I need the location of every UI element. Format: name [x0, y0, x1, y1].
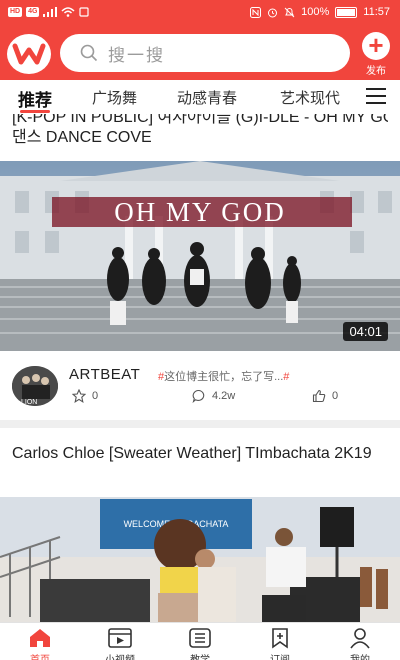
- like-stat[interactable]: 0: [312, 389, 338, 403]
- subscribe-icon: [272, 628, 288, 649]
- wifi-icon: [61, 7, 75, 17]
- nfc-icon: [250, 6, 262, 18]
- nav-teach[interactable]: 教学: [170, 627, 230, 660]
- video-title[interactable]: [K-POP IN PUBLIC] 여자아이들 (G)I-DLE - OH MY…: [12, 114, 388, 154]
- plus-icon: +: [362, 32, 390, 60]
- tab-recommend[interactable]: 推荐: [18, 86, 52, 111]
- search-icon: [80, 44, 98, 62]
- status-bar: HD 4G 100% 11:57: [0, 0, 400, 26]
- svg-text:LION: LION: [21, 399, 37, 406]
- status-right: 100% 11:57: [250, 6, 390, 18]
- author-name[interactable]: ARTBEAT: [69, 366, 140, 383]
- thumbs-up-icon: [312, 389, 326, 403]
- app-logo[interactable]: [7, 34, 51, 74]
- thumbnail-title-text: OH MY GOD: [114, 197, 286, 227]
- clock-time: 11:57: [363, 6, 390, 18]
- signal-icon: [43, 7, 58, 17]
- avatar-image: LION: [12, 366, 58, 406]
- hashtag[interactable]: #这位博主很忙，忘了写...#: [158, 368, 289, 384]
- user-icon: [350, 628, 370, 649]
- battery-icon: [335, 6, 358, 18]
- tab-square-dance[interactable]: 广场舞: [92, 87, 137, 108]
- nav-subscribe-label: 订阅: [250, 651, 310, 660]
- alarm-icon: [268, 8, 278, 17]
- active-tab-indicator: [20, 110, 50, 113]
- mute-icon: [284, 7, 295, 17]
- teach-icon: [189, 628, 211, 648]
- hashtag-text: 这位博主很忙，忘了写...: [164, 371, 284, 383]
- nav-home[interactable]: 首页: [10, 627, 70, 660]
- header-bar: HD 4G 100% 11:57 搜一搜 + 发布: [0, 0, 400, 80]
- thumbnail-image: OH MY GOD: [0, 161, 400, 351]
- comment-stat[interactable]: 4.2w: [192, 389, 235, 403]
- video-duration: 04:01: [343, 322, 388, 341]
- feed-divider: [0, 420, 400, 428]
- video-icon: [108, 628, 132, 648]
- favorite-stat[interactable]: 0: [72, 389, 98, 403]
- publish-label: 发布: [366, 66, 386, 77]
- video-thumbnail-2[interactable]: WELCOME TO BACHATA: [0, 497, 400, 625]
- favorite-count: 0: [92, 390, 99, 402]
- comment-icon: [192, 389, 205, 403]
- menu-icon[interactable]: [366, 88, 386, 106]
- logo-icon: [12, 43, 46, 65]
- like-count: 0: [332, 390, 339, 402]
- status-left: HD 4G: [8, 7, 90, 17]
- thumbnail-image-2: WELCOME TO BACHATA: [0, 497, 400, 625]
- nav-subscribe[interactable]: 订阅: [250, 627, 310, 660]
- tab-art-modern[interactable]: 艺术现代: [280, 87, 340, 108]
- notification-icon: [79, 7, 90, 17]
- tab-dynamic-youth[interactable]: 动感青春: [177, 87, 237, 108]
- network-badge: 4G: [26, 7, 40, 17]
- bottom-navigation: 首页 小视频 教学 订阅 我的: [0, 622, 400, 660]
- video-title-line2: 댄스 DANCE COVE: [12, 129, 152, 146]
- nav-short-video-label: 小视频: [90, 651, 150, 660]
- category-tabs: 推荐 广场舞 动感青春 艺术现代: [0, 80, 400, 114]
- star-icon: [72, 389, 86, 403]
- author-avatar[interactable]: LION: [12, 366, 58, 406]
- nav-teach-label: 教学: [170, 651, 230, 660]
- publish-button[interactable]: + 发布: [358, 32, 394, 77]
- nav-home-label: 首页: [10, 651, 70, 660]
- home-icon: [30, 629, 50, 647]
- nav-short-video[interactable]: 小视频: [90, 627, 150, 660]
- video-thumbnail[interactable]: OH MY GOD 04:01: [0, 161, 400, 351]
- comment-count: 4.2w: [212, 390, 236, 402]
- nav-mine[interactable]: 我的: [330, 627, 390, 660]
- hd-badge: HD: [8, 7, 23, 17]
- nav-mine-label: 我的: [330, 651, 390, 660]
- app-frame: HD 4G 100% 11:57 搜一搜 + 发布 推荐 广场舞 动感青春 艺术…: [0, 0, 400, 660]
- battery-percent: 100%: [301, 6, 330, 18]
- video-title-2[interactable]: Carlos Chloe [Sweater Weather] TImbachat…: [12, 444, 388, 464]
- search-bar[interactable]: 搜一搜: [60, 34, 350, 72]
- video-title-line1: [K-POP IN PUBLIC] 여자아이들 (G)I-DLE - OH MY…: [12, 114, 388, 126]
- search-placeholder: 搜一搜: [108, 45, 165, 65]
